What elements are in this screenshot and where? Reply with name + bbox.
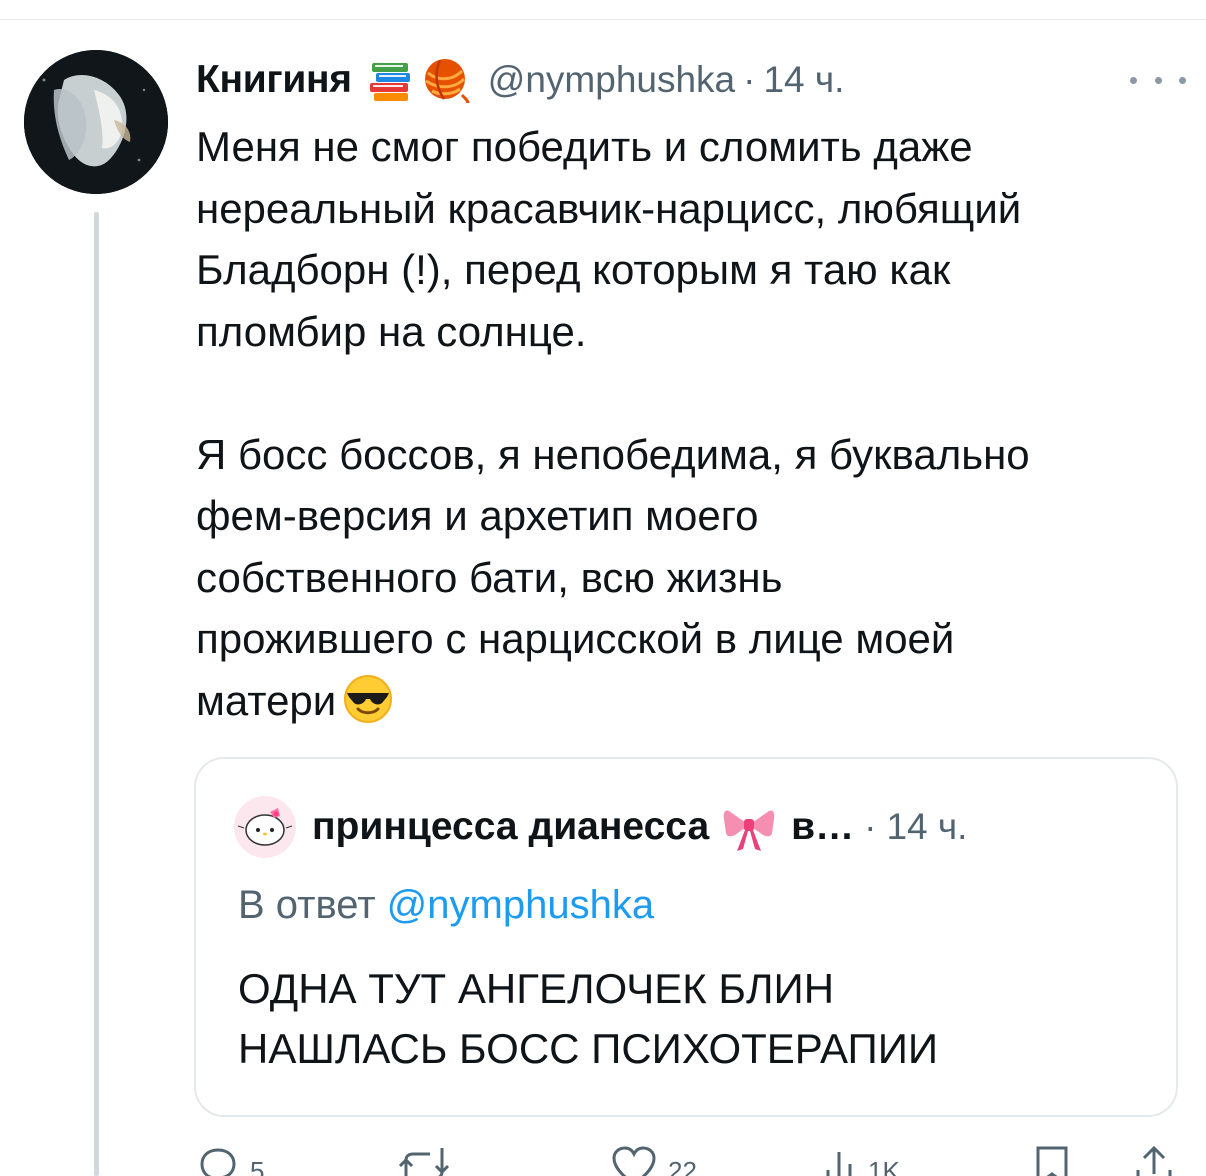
reply-icon — [200, 1148, 236, 1176]
reply-to-line: В ответ @nymphushka — [238, 883, 654, 928]
tweet-time[interactable]: 14 ч. — [763, 59, 844, 101]
ribbon-bow-icon — [721, 799, 777, 855]
thread-line — [94, 212, 99, 1176]
reply-count: 5 — [250, 1156, 265, 1176]
quoted-author-avatar — [234, 796, 296, 858]
author-avatar[interactable] — [24, 50, 168, 194]
quoted-author-suffix: в… — [791, 805, 855, 848]
tweet-body: Меня не смог победить и сломить даже нер… — [196, 123, 1030, 724]
reply-handle-link[interactable]: @nymphushka — [387, 883, 654, 927]
bookmark-icon — [1036, 1146, 1068, 1176]
separator-dot: · — [743, 59, 756, 100]
retweet-button[interactable] — [396, 1144, 462, 1176]
tweet-page: Книгиня @nymphushka · 14 ч. Меня не смог… — [0, 0, 1206, 1176]
quoted-tweet-text: ОДНА ТУТ АНГЕЛОЧЕК БЛИН НАШЛАСЬ БОСС ПСИ… — [238, 965, 939, 1072]
share-icon — [1136, 1145, 1172, 1176]
author-handle[interactable]: @nymphushka — [488, 59, 735, 101]
heart-icon — [612, 1146, 656, 1176]
quoted-tweet-card[interactable]: принцесса дианесса в… · 14 ч. В ответ @n… — [194, 757, 1178, 1117]
tweet-header: Книгиня @nymphushka · 14 ч. — [196, 50, 1186, 110]
tweet-text: Меня не смог победить и сломить даже нер… — [196, 116, 1186, 731]
reply-prefix: В ответ — [238, 883, 376, 927]
quoted-author-name: принцесса дианесса — [312, 805, 710, 848]
quoted-separator-dot: · — [864, 806, 877, 847]
more-options-icon[interactable] — [1130, 60, 1186, 100]
yarn-emoji-icon — [420, 55, 470, 105]
sunglasses-face-icon — [342, 673, 394, 725]
books-emoji-icon — [366, 55, 416, 105]
bookmark-button[interactable] — [1032, 1144, 1072, 1176]
share-button[interactable] — [1134, 1144, 1174, 1176]
tweet-actions-bar: 5 22 1K — [196, 1144, 1186, 1176]
quoted-tweet-time: 14 ч. — [886, 806, 968, 847]
top-divider — [0, 19, 1206, 20]
like-count: 22 — [668, 1156, 697, 1176]
views-count: 1K — [868, 1156, 900, 1176]
quoted-tweet-header: принцесса дианесса в… · 14 ч. — [234, 795, 967, 859]
author-name[interactable]: Книгиня — [196, 58, 352, 102]
reply-button[interactable]: 5 — [196, 1144, 264, 1176]
retweet-icon — [398, 1148, 450, 1176]
views-icon — [826, 1152, 852, 1176]
like-button[interactable]: 22 — [610, 1144, 697, 1176]
views-button[interactable]: 1K — [822, 1144, 900, 1176]
